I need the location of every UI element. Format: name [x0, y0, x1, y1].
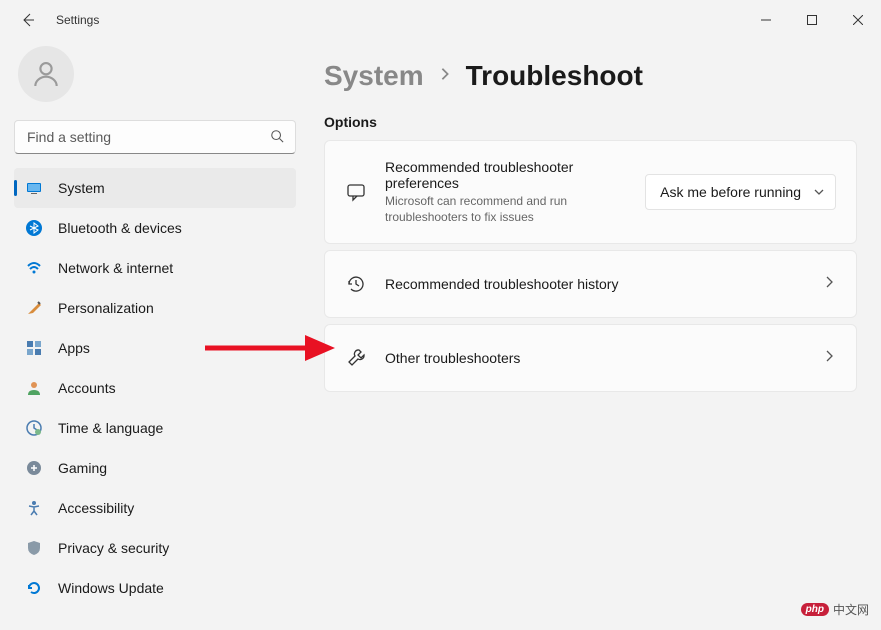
- titlebar: Settings: [0, 0, 881, 40]
- sidebar-item-privacy[interactable]: Privacy & security: [14, 528, 296, 568]
- card-body: Other troubleshooters: [385, 350, 822, 366]
- main-content: System Troubleshoot Options Recommended …: [310, 40, 881, 630]
- minimize-icon: [761, 15, 771, 25]
- dropdown-value: Ask me before running: [660, 184, 801, 200]
- sidebar-item-time-language[interactable]: Time & language: [14, 408, 296, 448]
- maximize-button[interactable]: [789, 0, 835, 40]
- close-icon: [853, 15, 863, 25]
- chevron-right-icon: [822, 275, 836, 294]
- search-wrapper: [14, 120, 296, 154]
- clock-globe-icon: [26, 420, 42, 436]
- user-avatar[interactable]: [18, 46, 74, 102]
- breadcrumb-current: Troubleshoot: [466, 60, 643, 92]
- speech-bubble-icon: [345, 182, 367, 202]
- card-title: Other troubleshooters: [385, 350, 822, 366]
- option-other-troubleshooters[interactable]: Other troubleshooters: [324, 324, 857, 392]
- watermark: php 中文网: [801, 601, 869, 618]
- sidebar-item-personalization[interactable]: Personalization: [14, 288, 296, 328]
- sidebar-item-label: System: [58, 180, 105, 196]
- sidebar-item-label: Bluetooth & devices: [58, 220, 182, 236]
- card-subtitle: Microsoft can recommend and run troubles…: [385, 193, 625, 225]
- search-icon: [270, 129, 284, 148]
- card-title: Recommended troubleshooter preferences: [385, 159, 645, 191]
- apps-icon: [26, 340, 42, 356]
- chevron-down-icon: [813, 186, 825, 198]
- window-title: Settings: [56, 13, 99, 27]
- wifi-icon: [26, 260, 42, 276]
- sidebar-item-label: Accessibility: [58, 500, 134, 516]
- sidebar-item-label: Network & internet: [58, 260, 173, 276]
- sidebar-item-apps[interactable]: Apps: [14, 328, 296, 368]
- window-controls: [743, 0, 881, 40]
- card-title: Recommended troubleshooter history: [385, 276, 822, 292]
- minimize-button[interactable]: [743, 0, 789, 40]
- option-recommended-history[interactable]: Recommended troubleshooter history: [324, 250, 857, 318]
- breadcrumb: System Troubleshoot: [324, 60, 857, 92]
- sidebar-item-label: Time & language: [58, 420, 163, 436]
- recommended-prefs-dropdown[interactable]: Ask me before running: [645, 174, 836, 210]
- chevron-right-icon: [438, 67, 452, 86]
- history-icon: [345, 274, 367, 294]
- shield-icon: [26, 540, 42, 556]
- sidebar-item-label: Windows Update: [58, 580, 164, 596]
- sidebar-item-system[interactable]: System: [14, 168, 296, 208]
- wrench-icon: [345, 348, 367, 368]
- paintbrush-icon: [26, 300, 42, 316]
- sidebar-item-label: Privacy & security: [58, 540, 169, 556]
- sidebar-item-label: Gaming: [58, 460, 107, 476]
- card-body: Recommended troubleshooter preferences M…: [385, 159, 645, 225]
- back-arrow-icon: [20, 12, 36, 28]
- system-icon: [26, 180, 42, 196]
- gaming-icon: [26, 460, 42, 476]
- chevron-right-icon: [822, 349, 836, 368]
- accounts-icon: [26, 380, 42, 396]
- sidebar-item-gaming[interactable]: Gaming: [14, 448, 296, 488]
- sidebar-item-label: Accounts: [58, 380, 116, 396]
- content-area: System Bluetooth & devices Network & int…: [0, 40, 881, 630]
- sidebar-item-network[interactable]: Network & internet: [14, 248, 296, 288]
- bluetooth-icon: [26, 220, 42, 236]
- breadcrumb-parent[interactable]: System: [324, 60, 424, 92]
- back-button[interactable]: [8, 0, 48, 40]
- sidebar-item-label: Apps: [58, 340, 90, 356]
- sidebar-item-accessibility[interactable]: Accessibility: [14, 488, 296, 528]
- watermark-badge: php: [801, 603, 829, 616]
- accessibility-icon: [26, 500, 42, 516]
- sidebar-item-accounts[interactable]: Accounts: [14, 368, 296, 408]
- card-body: Recommended troubleshooter history: [385, 276, 822, 292]
- sidebar-item-windows-update[interactable]: Windows Update: [14, 568, 296, 608]
- person-icon: [30, 58, 62, 90]
- close-button[interactable]: [835, 0, 881, 40]
- watermark-text: 中文网: [833, 601, 869, 618]
- sidebar: System Bluetooth & devices Network & int…: [0, 40, 310, 630]
- search-input[interactable]: [14, 120, 296, 154]
- sidebar-item-bluetooth[interactable]: Bluetooth & devices: [14, 208, 296, 248]
- section-heading: Options: [324, 114, 857, 130]
- maximize-icon: [807, 15, 817, 25]
- sidebar-item-label: Personalization: [58, 300, 154, 316]
- update-icon: [26, 580, 42, 596]
- option-recommended-prefs: Recommended troubleshooter preferences M…: [324, 140, 857, 244]
